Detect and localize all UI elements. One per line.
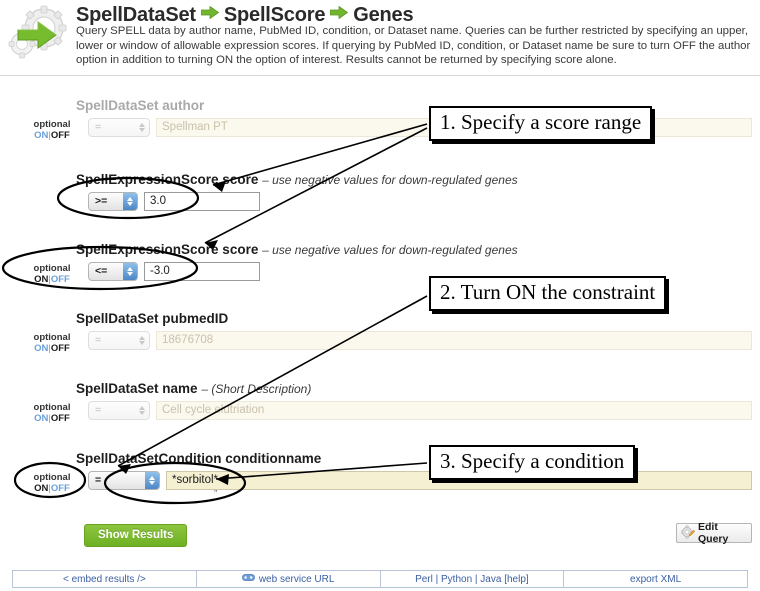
spinner-icon[interactable] [123,263,137,280]
operator-value-score-upper: >= [95,195,108,207]
operator-select-pubmedid[interactable]: = [88,331,150,350]
operator-select-author[interactable]: = [88,118,150,137]
toggle-off-label[interactable]: OFF [51,343,70,354]
footer-link-embed-results[interactable]: < embed results /> [13,571,197,587]
toggle-off-label[interactable]: OFF [51,130,70,141]
optional-word: optional [33,119,71,130]
operator-select-dataset-name[interactable]: = [88,401,150,420]
gear-pencil-icon [680,524,696,542]
toggle-on-label[interactable]: ON [34,483,48,494]
on-off-toggle-dataset-name[interactable]: ON|OFF [24,413,80,424]
spinner-icon[interactable] [135,402,149,419]
optional-word: optional [33,402,71,413]
right-arrow-icon [329,2,349,25]
toggle-optional-pubmedid[interactable]: optional ON|OFF [24,332,80,354]
field-label-pubmedid: SpellDataSet pubmedID [76,311,229,326]
field-label-score-upper: SpellExpressionScore score – use negativ… [76,172,518,187]
toggle-on-label[interactable]: ON [34,413,48,424]
toggle-off-label[interactable]: OFF [51,274,70,285]
optional-word: optional [33,332,71,343]
footer-link-embed-results-label: < embed results /> [62,573,146,585]
right-arrow-icon [200,2,220,25]
operator-select-score-lower[interactable]: <= [88,262,138,281]
quote-hint: ” [214,489,218,500]
field-hint-score-upper: – use negative values for down-regulated… [262,173,518,187]
operator-value-author: = [95,121,102,133]
annotation-callout-1: 1. Specify a score range [429,106,653,141]
footer-link-web-service-url-label: web service URL [258,573,335,585]
operator-value-dataset-name: = [95,404,102,416]
value-input-dataset-name[interactable]: Cell cycle elutriation [156,401,752,420]
optional-word: optional [33,263,71,274]
gear-arrow-logo [8,5,67,59]
on-off-toggle-score-lower[interactable]: ON|OFF [24,274,80,285]
field-label-conditionname: SpellDataSetCondition conditionname [76,451,322,466]
field-hint-score-lower: – use negative values for down-regulated… [262,243,518,257]
on-off-toggle-author[interactable]: ON|OFF [24,130,80,141]
title-part-3: Genes [353,4,414,26]
web-service-icon [241,573,255,585]
value-input-pubmedid[interactable]: 18676708 [156,331,752,350]
operator-value-pubmedid: = [95,334,102,346]
footer-bar: < embed results /> web service URL Perl … [12,570,748,588]
spinner-icon[interactable] [123,193,137,210]
toggle-optional-author[interactable]: optional ON|OFF [24,119,80,141]
toggle-on-label[interactable]: ON [34,130,48,141]
operator-value-conditionname: = [95,474,102,486]
edit-query-label: Edit Query [698,521,729,545]
page-header: SpellDataSet SpellScore Genes Query SPELL … [0,0,760,76]
on-off-toggle-conditionname[interactable]: ON|OFF [24,483,80,494]
annotation-callout-3: 3. Specify a condition [429,445,636,480]
value-input-score-upper[interactable]: 3.0 [144,192,260,211]
field-hint-dataset-name: – (Short Description) [201,382,312,396]
title-part-2: SpellScore [223,4,326,26]
show-results-button[interactable]: Show Results [84,524,188,547]
toggle-optional-conditionname[interactable]: optional ON|OFF [24,472,80,494]
title-part-1: SpellDataSet [76,4,196,26]
toggle-on-label[interactable]: ON [34,274,48,285]
toggle-optional-score-lower[interactable]: optional ON|OFF [24,263,80,285]
field-label-score-lower: SpellExpressionScore score – use negativ… [76,242,518,257]
on-off-toggle-pubmedid[interactable]: ON|OFF [24,343,80,354]
operator-select-score-upper[interactable]: >= [88,192,138,211]
spinner-icon[interactable] [145,472,159,489]
footer-link-export-xml-label: export XML [630,573,682,585]
toggle-off-label[interactable]: OFF [51,483,70,494]
operator-value-score-lower: <= [95,265,108,277]
footer-link-languages-label: Perl | Python | Java [help] [415,573,529,585]
spinner-icon[interactable] [135,119,149,136]
optional-word: optional [33,472,71,483]
toggle-on-label[interactable]: ON [34,343,48,354]
value-input-score-lower[interactable]: -3.0 [144,262,260,281]
page-description: Query SPELL data by author name, PubMed … [76,25,751,67]
edit-query-button[interactable]: Edit Query [676,521,752,545]
footer-link-languages[interactable]: Perl | Python | Java [help] [381,571,565,587]
field-label-dataset-name: SpellDataSet name – (Short Description) [76,381,312,396]
footer-link-export-xml[interactable]: export XML [564,571,747,587]
spinner-icon[interactable] [135,332,149,349]
toggle-off-label[interactable]: OFF [51,413,70,424]
operator-select-conditionname[interactable]: = [88,471,160,490]
toggle-optional-dataset-name[interactable]: optional ON|OFF [24,402,80,424]
footer-link-web-service-url[interactable]: web service URL [197,571,381,587]
field-label-author: SpellDataSet author [76,98,205,113]
annotation-callout-2: 2. Turn ON the constraint [429,276,667,311]
